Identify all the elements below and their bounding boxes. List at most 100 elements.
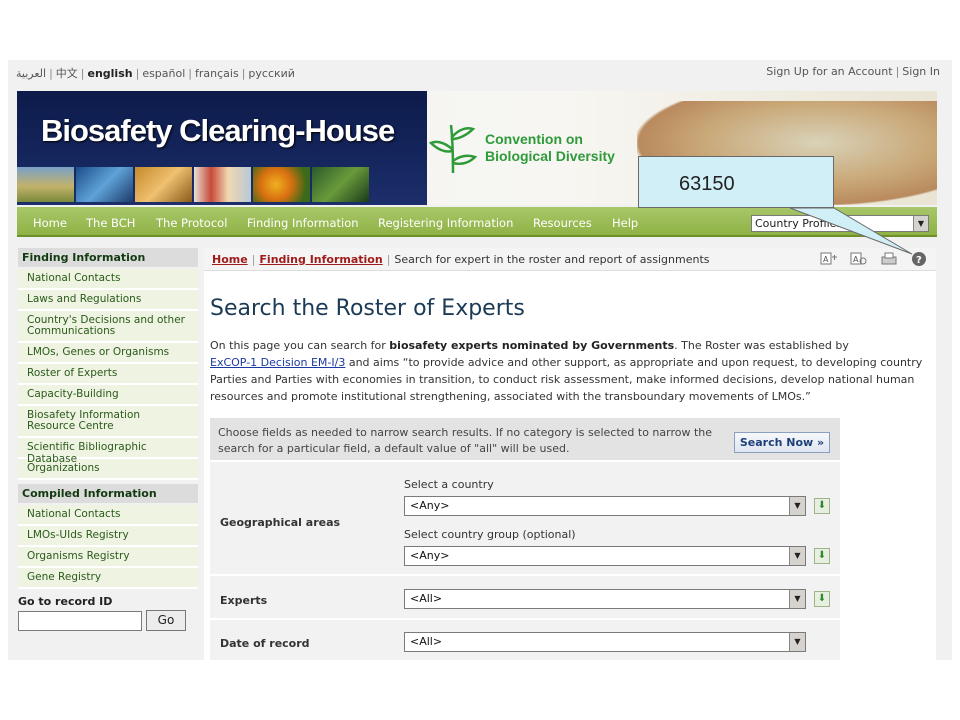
photo-wheat-field: [17, 167, 74, 202]
photo-test-tubes: [194, 167, 251, 202]
date-row: Date of record <All> ▼: [210, 622, 840, 660]
lang-russian[interactable]: русский: [248, 67, 295, 80]
sidebar-item-lmos-genes[interactable]: LMOs, Genes or Organisms: [18, 343, 198, 364]
chevron-down-icon[interactable]: ▼: [789, 497, 805, 515]
go-button[interactable]: Go: [146, 610, 186, 631]
callout-text: 63150: [679, 173, 735, 195]
country-caption: Select a country: [404, 478, 494, 491]
signup-link[interactable]: Sign Up for an Account: [766, 65, 892, 78]
breadcrumb-finding[interactable]: Finding Information: [259, 253, 382, 266]
svg-text:A: A: [853, 255, 859, 264]
top-bar: العربية | 中文 | english | español | français | русс…: [16, 64, 940, 80]
lang-spanish[interactable]: español: [142, 67, 185, 80]
add-arrow-icon[interactable]: ⬇: [814, 591, 830, 607]
sidebar-item-organizations[interactable]: Organizations: [18, 459, 198, 480]
goto-record-row: Go: [18, 610, 198, 634]
experts-row: Experts <All> ▼ ⬇: [210, 578, 840, 620]
page-tools: A A ?: [820, 251, 928, 267]
nav-the-protocol[interactable]: The Protocol: [156, 216, 227, 230]
nav-resources[interactable]: Resources: [533, 216, 592, 230]
nav-home[interactable]: Home: [33, 216, 67, 230]
nav-help[interactable]: Help: [612, 216, 638, 230]
geo-row: Geographical areas Select a country <Any…: [210, 464, 840, 576]
photo-fruit: [253, 167, 310, 202]
nav-finding-information[interactable]: Finding Information: [247, 216, 359, 230]
sidebar-item-gene-registry[interactable]: Gene Registry: [18, 568, 198, 589]
experts-label: Experts: [220, 594, 268, 607]
signin-link[interactable]: Sign In: [902, 65, 940, 78]
decision-link[interactable]: ExCOP-1 Decision EM-I/3: [210, 356, 345, 369]
lang-chinese[interactable]: 中文: [56, 67, 78, 80]
account-links: Sign Up for an Account | Sign In: [766, 65, 940, 78]
site-title[interactable]: Biosafety Clearing-House: [41, 113, 395, 149]
country-select[interactable]: <Any> ▼: [404, 496, 806, 516]
sidebar-item-birc[interactable]: Biosafety Information Resource Centre: [18, 406, 198, 438]
svg-text:A: A: [823, 255, 829, 264]
nav-the-bch[interactable]: The BCH: [86, 216, 135, 230]
cbd-logo[interactable]: Convention on Biological Diversity: [429, 119, 619, 179]
sidebar-header-finding: Finding Information: [18, 248, 198, 267]
breadcrumb-home[interactable]: Home: [212, 253, 248, 266]
print-icon[interactable]: [880, 251, 898, 267]
breadcrumb-current: Search for expert in the roster and repo…: [394, 253, 710, 266]
sidebar: Finding Information National Contacts La…: [18, 248, 198, 634]
sidebar-item-bibliographic-db[interactable]: Scientific Bibliographic Database: [18, 438, 198, 465]
lang-french[interactable]: français: [195, 67, 239, 80]
photo-grain: [135, 167, 192, 202]
breadcrumb-bar: Home | Finding Information | Search for expe…: [204, 248, 936, 271]
sidebar-item-laws-regulations[interactable]: Laws and Regulations: [18, 290, 198, 311]
record-id-input[interactable]: [18, 611, 142, 631]
sidebar-item-roster-experts[interactable]: Roster of Experts: [18, 364, 198, 385]
country-select-value: <Any>: [410, 499, 450, 512]
main-content: Home | Finding Information | Search for expe…: [204, 248, 936, 660]
geo-label: Geographical areas: [220, 516, 341, 529]
breadcrumb: Home | Finding Information | Search for expe…: [212, 253, 710, 266]
annotation-callout: 63150: [638, 156, 834, 208]
date-label: Date of record: [220, 637, 310, 650]
intro-text: On this page you can search for biosafet…: [210, 339, 923, 403]
search-hint: Choose fields as needed to narrow search…: [218, 426, 713, 455]
country-group-select[interactable]: <Any> ▼: [404, 546, 806, 566]
search-now-button[interactable]: Search Now »: [734, 432, 830, 453]
country-group-value: <Any>: [410, 549, 450, 562]
cbd-leaf-icon: [429, 124, 477, 174]
experts-select[interactable]: <All> ▼: [404, 589, 806, 609]
zoom-text-icon[interactable]: A: [850, 251, 868, 267]
translate-icon[interactable]: A: [820, 251, 838, 267]
search-form: Choose fields as needed to narrow search…: [210, 418, 840, 660]
chevron-down-icon[interactable]: ▼: [789, 633, 805, 651]
search-hint-bar: Choose fields as needed to narrow search…: [210, 418, 840, 462]
sidebar-item-country-decisions[interactable]: Country's Decisions and other Communicat…: [18, 311, 198, 343]
chevron-down-icon[interactable]: ▼: [789, 547, 805, 565]
country-profiles-value: Country Profiles...: [755, 217, 853, 230]
goto-record-label: Go to record ID: [18, 595, 113, 608]
cbd-text: Convention on Biological Diversity: [485, 131, 615, 165]
add-arrow-icon[interactable]: ⬇: [814, 548, 830, 564]
date-select[interactable]: <All> ▼: [404, 632, 806, 652]
language-selector: العربية | 中文 | english | español | français | русс…: [16, 67, 295, 80]
cbd-line-2: Biological Diversity: [485, 148, 615, 164]
help-icon[interactable]: ?: [910, 251, 928, 267]
sidebar-item-organisms-registry[interactable]: Organisms Registry: [18, 547, 198, 568]
photo-dna: [76, 167, 133, 202]
cbd-line-1: Convention on: [485, 131, 583, 147]
country-profiles-select[interactable]: Country Profiles... ▼: [751, 215, 929, 232]
intro-bold: biosafety experts nominated by Governmen…: [389, 339, 675, 352]
main-nav: Home The BCH The Protocol Finding Inform…: [17, 207, 937, 237]
sidebar-item-compiled-contacts[interactable]: National Contacts: [18, 505, 198, 526]
sidebar-header-compiled: Compiled Information: [18, 484, 198, 503]
photo-leaves: [312, 167, 369, 202]
date-select-value: <All>: [410, 635, 443, 648]
sidebar-item-lmos-uids[interactable]: LMOs-UIds Registry: [18, 526, 198, 547]
chevron-down-icon[interactable]: ▼: [789, 590, 805, 608]
page-title: Search the Roster of Experts: [210, 296, 525, 321]
banner-photo-strip: [17, 167, 369, 202]
nav-registering-information[interactable]: Registering Information: [378, 216, 513, 230]
sidebar-item-capacity-building[interactable]: Capacity-Building: [18, 385, 198, 406]
chevron-down-icon[interactable]: ▼: [913, 216, 928, 231]
lang-english[interactable]: english: [88, 67, 133, 80]
sidebar-item-national-contacts[interactable]: National Contacts: [18, 269, 198, 290]
add-arrow-icon[interactable]: ⬇: [814, 498, 830, 514]
lang-arabic[interactable]: العربية: [16, 67, 46, 80]
svg-text:?: ?: [916, 255, 922, 266]
